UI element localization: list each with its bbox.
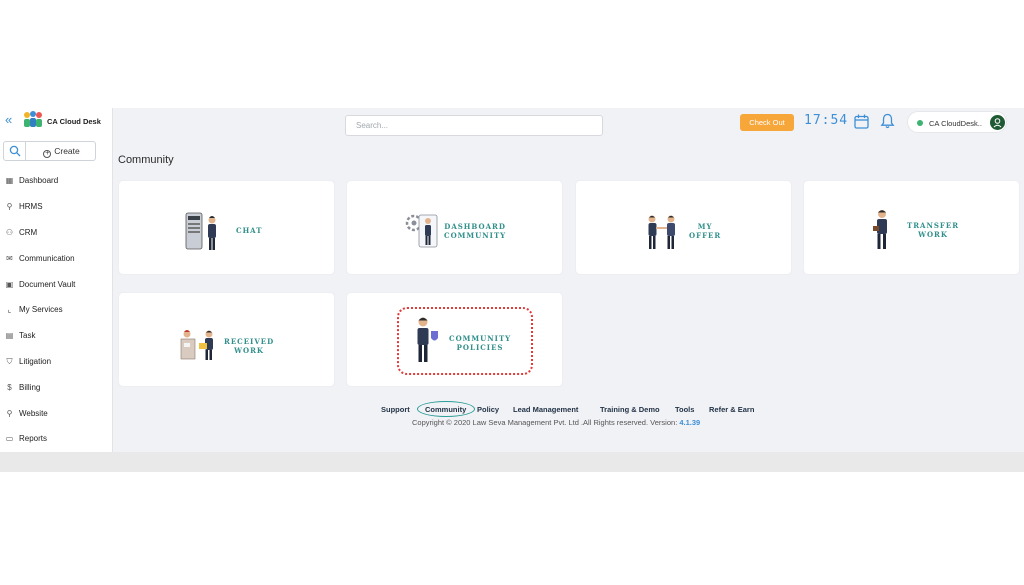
bell-icon[interactable] <box>880 113 895 129</box>
brand: « CA Cloud Desk <box>0 108 113 136</box>
sidebar-item-label: Task <box>19 331 36 341</box>
copyright-text: Copyright © 2020 Law Seva Management Pvt… <box>412 418 649 427</box>
card-label: CHAT <box>236 226 263 235</box>
footer-link-support[interactable]: Support <box>381 405 410 414</box>
sidebar-search-button[interactable] <box>4 142 26 160</box>
footer-link-tools[interactable]: Tools <box>675 405 694 414</box>
user-icon: ⚲ <box>6 202 13 212</box>
sidebar-item-communication[interactable]: ✉ Communication <box>0 245 112 271</box>
received-work-card[interactable]: RECEIVED WORK <box>119 293 334 386</box>
handshake-illustration-icon <box>648 215 675 249</box>
create-button[interactable]: + Create <box>27 142 96 160</box>
chart-icon: ⌞ <box>7 305 12 315</box>
vault-icon: ▣ <box>5 279 14 289</box>
users-icon: ⚇ <box>5 227 14 237</box>
chat-illustration-icon <box>185 212 216 250</box>
sidebar-item-document-vault[interactable]: ▣ Document Vault <box>0 271 112 297</box>
sidebar-item-hrms[interactable]: ⚲ HRMS <box>0 194 112 220</box>
user-menu[interactable]: CA CloudDesk.. <box>907 111 1007 133</box>
version-label: Version: <box>650 418 678 427</box>
sidebar-item-label: CRM <box>19 227 38 237</box>
card-label: COMMUNITY POLICIES <box>449 334 512 352</box>
calendar-icon[interactable] <box>854 114 869 129</box>
community-link-highlight <box>417 401 475 417</box>
received-work-illustration-icon <box>180 330 213 360</box>
check-out-button[interactable]: Check Out <box>740 114 794 131</box>
card-label: RECEIVED WORK <box>224 337 275 355</box>
avatar[interactable] <box>990 115 1005 130</box>
transfer-work-card[interactable]: TRANSFER WORK <box>804 181 1019 274</box>
sidebar-item-label: Dashboard <box>19 176 59 186</box>
online-status-icon <box>917 120 923 126</box>
bottom-shadow-strip <box>0 452 1024 472</box>
card-label: DASHBOARD COMMUNITY <box>444 222 507 240</box>
search-input[interactable] <box>345 115 603 136</box>
brand-logo-icon <box>24 111 42 127</box>
community-policies-card[interactable]: COMMUNITY POLICIES <box>347 293 562 386</box>
transfer-work-illustration-icon <box>873 210 887 249</box>
user-avatar-icon <box>993 118 1002 128</box>
sidebar-item-label: Document Vault <box>19 279 76 289</box>
page-title: Community <box>118 154 174 166</box>
reports-icon: ▭ <box>5 434 14 444</box>
sidebar-item-task[interactable]: ▤ Task <box>0 323 112 349</box>
task-icon: ▤ <box>5 331 14 341</box>
clock: 17:54 <box>804 113 849 128</box>
sidebar-nav: ▦ Dashboard ⚲ HRMS ⚇ CRM ✉ Communication ▣ Do… <box>0 168 112 452</box>
dashboard-community-illustration-icon <box>405 214 438 248</box>
dollar-icon: $ <box>7 382 12 392</box>
sidebar-item-website[interactable]: ⚲ Website <box>0 400 112 426</box>
footer-link-policy[interactable]: Policy <box>477 405 499 414</box>
sidebar-item-reports[interactable]: ▭ Reports <box>0 426 112 452</box>
sidebar-item-litigation[interactable]: ⛉ Litigation <box>0 349 112 375</box>
sidebar-item-label: My Services <box>19 305 63 315</box>
community-policies-illustration-icon <box>417 317 438 362</box>
topbar: Check Out 17:54 CA CloudDesk.. <box>113 108 1024 138</box>
grid-icon: ▦ <box>5 176 14 186</box>
create-label: Create <box>54 146 80 156</box>
copyright: Copyright © 2020 Law Seva Management Pvt… <box>412 418 700 427</box>
collapse-sidebar-icon[interactable]: « <box>5 112 12 127</box>
footer-link-lead-management[interactable]: Lead Management <box>513 405 578 414</box>
app-window: « CA Cloud Desk + Create ▦ Dashboard ⚲ HRMS… <box>0 108 1024 452</box>
user-name: CA CloudDesk.. <box>929 119 982 128</box>
sidebar-item-label: Reports <box>19 434 48 444</box>
brand-name: CA Cloud Desk <box>47 117 101 126</box>
sidebar-item-label: Communication <box>19 253 75 263</box>
sidebar-item-dashboard[interactable]: ▦ Dashboard <box>0 168 112 194</box>
mail-icon: ✉ <box>6 253 13 263</box>
sidebar-item-label: Website <box>19 408 48 418</box>
card-label: MY OFFER <box>689 222 722 240</box>
sidebar-item-label: HRMS <box>19 202 43 212</box>
sidebar-item-label: Litigation <box>19 356 52 366</box>
search-icon <box>9 145 21 157</box>
search-create-group: + Create <box>3 141 96 161</box>
footer-link-training-demo[interactable]: Training & Demo <box>600 405 660 414</box>
user-icon: ⚲ <box>6 408 13 418</box>
shield-icon: ⛉ <box>6 356 13 366</box>
footer-link-refer-earn[interactable]: Refer & Earn <box>709 405 754 414</box>
sidebar-item-crm[interactable]: ⚇ CRM <box>0 220 112 246</box>
sidebar-item-my-services[interactable]: ⌞ My Services <box>0 297 112 323</box>
dashboard-community-card[interactable]: DASHBOARD COMMUNITY <box>347 181 562 274</box>
card-label: TRANSFER WORK <box>907 221 960 239</box>
sidebar: « CA Cloud Desk + Create ▦ Dashboard ⚲ HRMS… <box>0 108 113 452</box>
my-offer-card[interactable]: MY OFFER <box>576 181 791 274</box>
version-number: 4.1.39 <box>679 418 701 427</box>
sidebar-item-label: Billing <box>19 382 41 392</box>
sidebar-item-billing[interactable]: $ Billing <box>0 374 112 400</box>
plus-circle-icon: + <box>43 150 52 158</box>
chat-card[interactable]: CHAT <box>119 181 334 274</box>
